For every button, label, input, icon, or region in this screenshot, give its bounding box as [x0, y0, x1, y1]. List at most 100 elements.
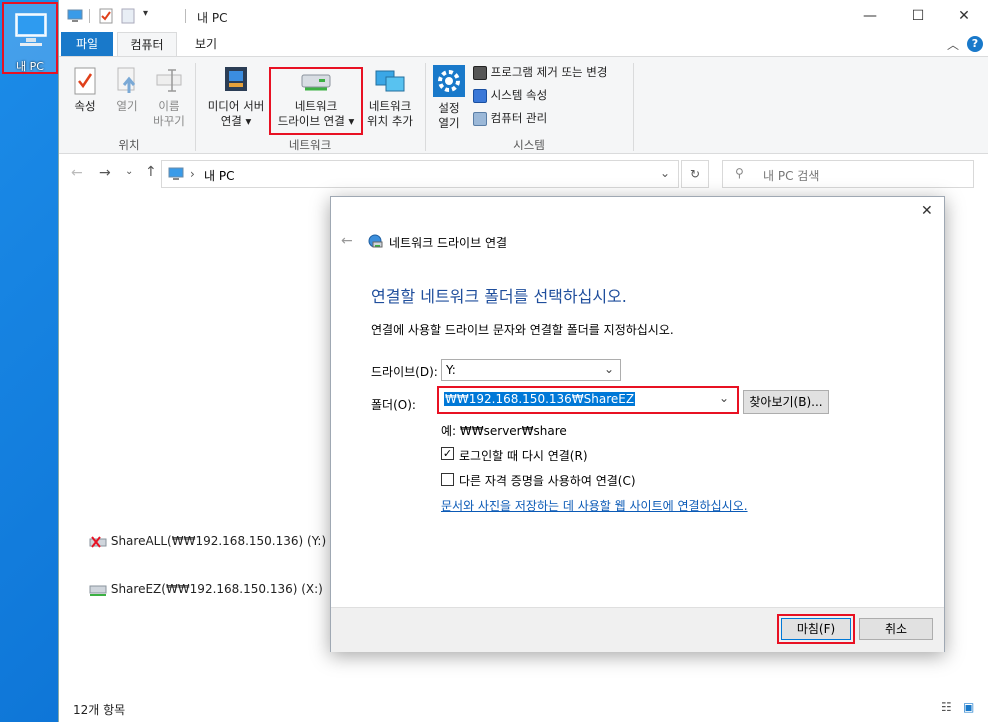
other-credentials-label[interactable]: 다른 자격 증명을 사용하여 연결(C)	[459, 472, 636, 489]
network-drive-icon	[89, 585, 107, 596]
finish-button[interactable]: 마침(F)	[781, 618, 851, 640]
recent-dropdown-icon[interactable]: ⌄	[125, 166, 133, 177]
maximize-button[interactable]: ☐	[895, 0, 941, 32]
system-properties-label: 시스템 속성	[490, 88, 548, 102]
chevron-down-icon: ⌄	[719, 391, 730, 405]
address-field[interactable]: › 내 PC ⌄	[161, 160, 679, 188]
drive-label: 드라이브(D):	[371, 365, 438, 379]
search-input[interactable]: ⚲ 내 PC 검색	[722, 160, 974, 188]
title-divider	[185, 9, 186, 23]
ribbon: 속성 열기 이름 바꾸기 위치 미디어 서버 연결 ▾ 네트워크 드라이브 연결…	[59, 56, 988, 154]
close-button[interactable]: ✕	[941, 0, 987, 32]
ribbon-tabs: 파일 컴퓨터 보기 ︿ ?	[59, 32, 988, 56]
rename-button[interactable]: 이름 바꾸기	[149, 67, 189, 129]
other-credentials-checkbox[interactable]	[441, 473, 454, 486]
system-properties-button[interactable]: 시스템 속성	[473, 88, 547, 103]
properties-icon	[74, 67, 96, 95]
status-bar: 12개 항목 ☷ ▣	[59, 696, 988, 722]
add-network-location-label: 네트워크 위치 추가	[367, 99, 413, 128]
list-item[interactable]: ShareALL(₩₩192.168.150.136) (Y:)	[89, 534, 326, 549]
refresh-icon[interactable]: ↻	[681, 160, 709, 188]
website-connect-link[interactable]: 문서와 사진을 저장하는 데 사용할 웹 사이트에 연결하십시오.	[441, 497, 748, 514]
desktop-icon-label: 내 PC	[16, 60, 44, 73]
media-server-icon	[225, 67, 247, 91]
qat-divider	[89, 9, 90, 23]
computer-small-icon	[168, 167, 184, 180]
minimize-button[interactable]: —	[847, 0, 893, 32]
dialog-close-icon[interactable]: ✕	[921, 203, 933, 219]
properties-qat-icon[interactable]	[99, 8, 113, 24]
breadcrumb-this-pc[interactable]: 내 PC	[204, 167, 234, 184]
dialog-back-icon[interactable]: ←	[341, 233, 353, 249]
tab-view[interactable]: 보기	[183, 32, 229, 56]
new-folder-qat-icon[interactable]	[121, 8, 135, 24]
folder-input[interactable]: ₩₩192.168.150.136₩ShareEZ ⌄	[441, 390, 735, 410]
gear-icon	[433, 65, 465, 97]
program-icon	[473, 65, 487, 80]
map-network-drive-label: 네트워크 드라이브 연결 ▾	[277, 99, 355, 128]
qat-dropdown-icon[interactable]: ▾	[143, 8, 148, 19]
dialog-footer: 마침(F) 취소	[331, 607, 944, 652]
uninstall-program-button[interactable]: 프로그램 제거 또는 변경	[473, 65, 607, 80]
browse-button[interactable]: 찾아보기(B)...	[743, 390, 829, 414]
ribbon-divider	[633, 63, 634, 151]
drive-label: ShareEZ(₩₩192.168.150.136) (X:)	[110, 582, 323, 596]
address-dropdown-icon[interactable]: ⌄	[660, 166, 670, 180]
folder-example: 예: ₩₩server₩share	[441, 424, 567, 438]
dialog-description: 연결에 사용할 드라이브 문자와 연결할 폴더를 지정하십시오.	[371, 323, 674, 337]
add-network-location-button[interactable]: 네트워크 위치 추가	[361, 67, 419, 129]
rename-icon	[156, 69, 182, 92]
open-icon	[117, 67, 136, 93]
properties-button[interactable]: 속성	[67, 67, 103, 114]
search-icon: ⚲	[735, 166, 744, 180]
computer-management-button[interactable]: 컴퓨터 관리	[473, 111, 547, 126]
map-network-drive-button[interactable]: 네트워크 드라이브 연결 ▾	[271, 69, 361, 129]
desktop-icon-this-pc[interactable]: 내 PC	[2, 2, 58, 74]
open-settings-button[interactable]: 설정 열기	[429, 65, 469, 131]
ribbon-divider	[195, 63, 196, 151]
open-button[interactable]: 열기	[109, 67, 145, 114]
media-server-label: 미디어 서버 연결 ▾	[207, 99, 265, 128]
drive-letter-select[interactable]: Y: ⌄	[441, 359, 621, 381]
list-item[interactable]: ShareEZ(₩₩192.168.150.136) (X:)	[89, 582, 323, 597]
uninstall-program-label: 프로그램 제거 또는 변경	[490, 65, 608, 79]
details-view-icon[interactable]: ☷	[941, 700, 952, 714]
window-title: 내 PC	[197, 11, 228, 25]
network-drive-globe-icon	[368, 234, 383, 248]
network-group-label: 네트워크	[288, 138, 332, 152]
dialog-title: 네트워크 드라이브 연결	[389, 236, 508, 250]
computer-management-icon	[473, 111, 487, 126]
reconnect-checkbox[interactable]: ✓	[441, 447, 454, 460]
computer-small-icon	[67, 9, 83, 22]
item-count: 12개 항목	[73, 703, 126, 717]
large-icons-view-icon[interactable]: ▣	[963, 700, 974, 714]
title-bar: ▾ 내 PC — ☐ ✕	[59, 0, 988, 32]
disconnected-drive-icon	[89, 535, 107, 548]
network-location-icon	[375, 70, 405, 92]
chevron-down-icon: ⌄	[604, 362, 615, 376]
computer-icon	[15, 13, 47, 46]
tab-file[interactable]: 파일	[61, 32, 113, 56]
help-icon[interactable]: ?	[967, 36, 983, 52]
properties-label: 속성	[74, 99, 96, 113]
system-properties-icon	[473, 88, 487, 103]
rename-label: 이름 바꾸기	[153, 99, 185, 128]
drive-label: ShareALL(₩₩192.168.150.136) (Y:)	[110, 534, 327, 548]
search-placeholder: 내 PC 검색	[763, 169, 820, 183]
forward-icon[interactable]: →	[99, 165, 111, 181]
ribbon-collapse-icon[interactable]: ︿	[947, 36, 959, 53]
open-label: 열기	[116, 99, 138, 113]
network-drive-icon	[301, 74, 331, 91]
media-server-button[interactable]: 미디어 서버 연결 ▾	[201, 65, 271, 129]
open-settings-label: 설정 열기	[438, 101, 460, 130]
folder-value: ₩₩192.168.150.136₩ShareEZ	[444, 392, 636, 406]
back-icon[interactable]: ←	[71, 165, 83, 181]
breadcrumb-chevron-icon[interactable]: ›	[190, 167, 195, 181]
dialog-heading: 연결할 네트워크 폴더를 선택하십시오.	[371, 287, 627, 306]
tab-computer[interactable]: 컴퓨터	[117, 32, 177, 56]
folder-label: 폴더(O):	[371, 398, 416, 412]
reconnect-label[interactable]: 로그인할 때 다시 연결(R)	[459, 447, 588, 464]
cancel-button[interactable]: 취소	[859, 618, 933, 640]
up-icon[interactable]: ↑	[145, 164, 157, 180]
system-group-label: 시스템	[513, 138, 545, 152]
